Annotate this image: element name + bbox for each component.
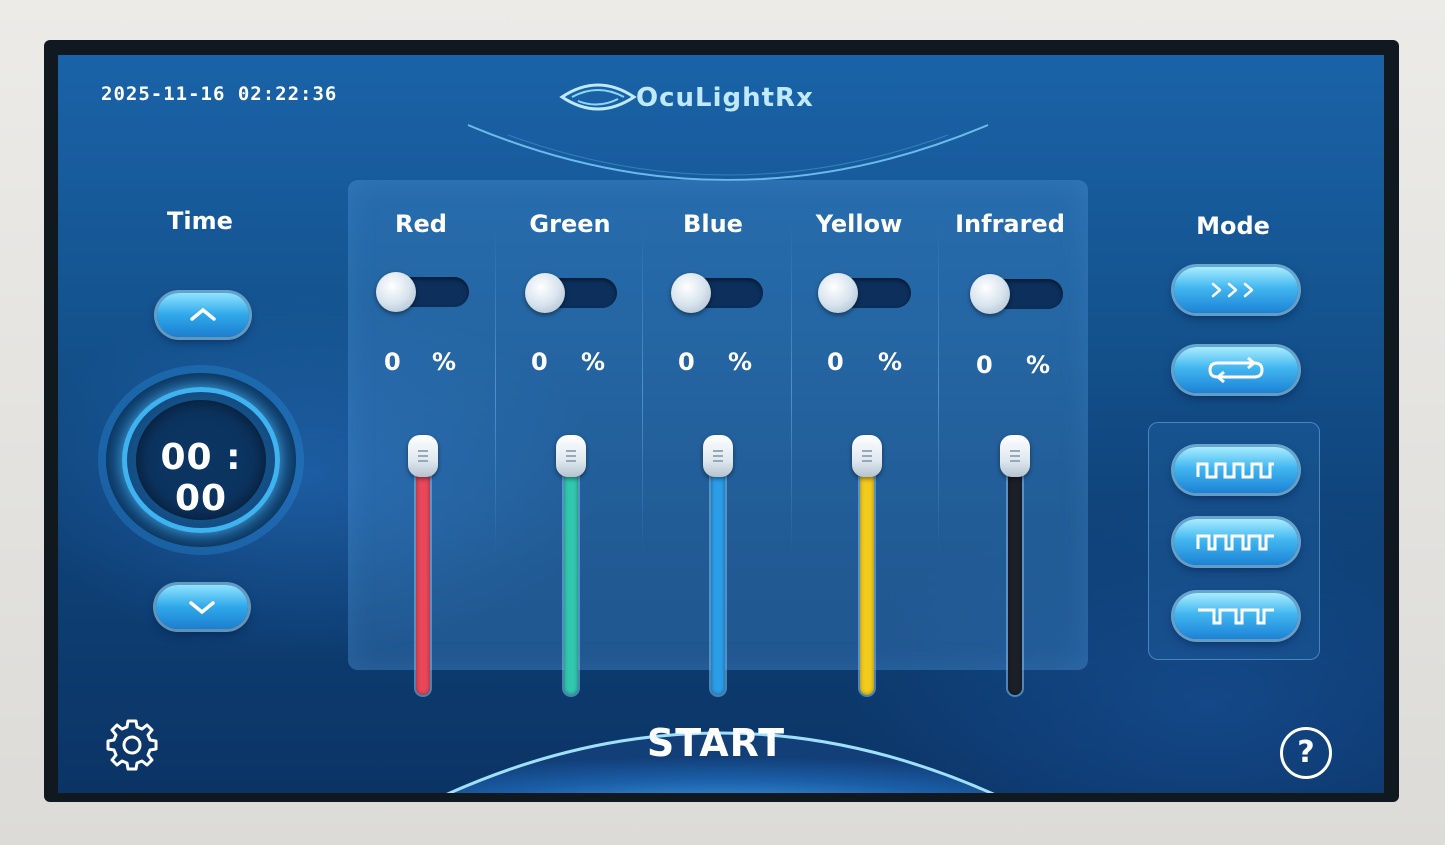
- pulse-wave-medium-icon: [1196, 534, 1274, 551]
- percent-value-green: 0: [531, 348, 548, 376]
- start-button[interactable]: START: [618, 721, 814, 765]
- channel-divider: [642, 225, 643, 555]
- mode-pulse-slow-button[interactable]: [1174, 593, 1298, 639]
- mode-label: Mode: [1196, 212, 1270, 240]
- chevron-up-icon: [190, 307, 216, 321]
- chevron-down-icon: [189, 601, 215, 615]
- slider-track-red[interactable]: [416, 455, 430, 695]
- time-down-button[interactable]: [156, 585, 248, 629]
- help-button[interactable]: ?: [1280, 727, 1332, 779]
- time-up-button[interactable]: [157, 293, 249, 337]
- time-label: Time: [167, 207, 233, 235]
- brand-name: OcuLightRx: [636, 83, 814, 113]
- pulse-wave-fast-icon: [1196, 462, 1274, 479]
- slider-thumb-blue[interactable]: [703, 435, 733, 477]
- slider-track-yellow[interactable]: [860, 455, 874, 695]
- slider-thumb-green[interactable]: [556, 435, 586, 477]
- channel-name-red: Red: [395, 210, 447, 238]
- channel-name-yellow: Yellow: [815, 210, 903, 238]
- mode-loop-button[interactable]: [1174, 347, 1298, 393]
- toggle-knob-red[interactable]: [376, 272, 416, 312]
- loop-icon: [1208, 357, 1264, 383]
- toggle-knob-green[interactable]: [525, 273, 565, 313]
- percent-sign-infrared: %: [1026, 351, 1051, 379]
- toggle-knob-blue[interactable]: [671, 273, 711, 313]
- slider-thumb-yellow[interactable]: [852, 435, 882, 477]
- eye-logo-icon: [559, 83, 637, 111]
- slider-track-green[interactable]: [564, 455, 578, 695]
- channel-divider: [938, 225, 939, 555]
- percent-sign-green: %: [581, 348, 606, 376]
- datetime-display: 2025-11-16 02:22:36: [101, 83, 338, 105]
- slider-thumb-infrared[interactable]: [1000, 435, 1030, 477]
- percent-value-yellow: 0: [827, 348, 844, 376]
- percent-value-red: 0: [384, 348, 401, 376]
- percent-value-infrared: 0: [976, 351, 993, 379]
- slider-track-infrared[interactable]: [1008, 455, 1022, 695]
- channel-divider: [495, 225, 496, 555]
- channel-name-green: Green: [529, 210, 611, 238]
- toggle-knob-infrared[interactable]: [970, 274, 1010, 314]
- channel-name-infrared: Infrared: [955, 210, 1065, 238]
- percent-sign-red: %: [432, 348, 457, 376]
- toggle-knob-yellow[interactable]: [818, 273, 858, 313]
- slider-track-blue[interactable]: [711, 455, 725, 695]
- mode-sequence-button[interactable]: [1174, 267, 1298, 313]
- percent-value-blue: 0: [678, 348, 695, 376]
- mode-pulse-fast-button[interactable]: [1174, 447, 1298, 493]
- channel-divider: [791, 225, 792, 555]
- percent-sign-blue: %: [728, 348, 753, 376]
- brand-logo: OcuLightRx: [558, 73, 858, 123]
- touch-screen: 2025-11-16 02:22:36 OcuLightRx Time 00 :…: [58, 55, 1384, 793]
- time-value: 00 : 00: [160, 437, 242, 519]
- sequence-arrows-icon: [1211, 282, 1254, 298]
- channel-name-blue: Blue: [683, 210, 743, 238]
- mode-pulse-medium-button[interactable]: [1174, 519, 1298, 565]
- pulse-wave-slow-icon: [1198, 608, 1274, 625]
- percent-sign-yellow: %: [878, 348, 903, 376]
- slider-thumb-red[interactable]: [408, 435, 438, 477]
- gear-icon[interactable]: [104, 715, 160, 771]
